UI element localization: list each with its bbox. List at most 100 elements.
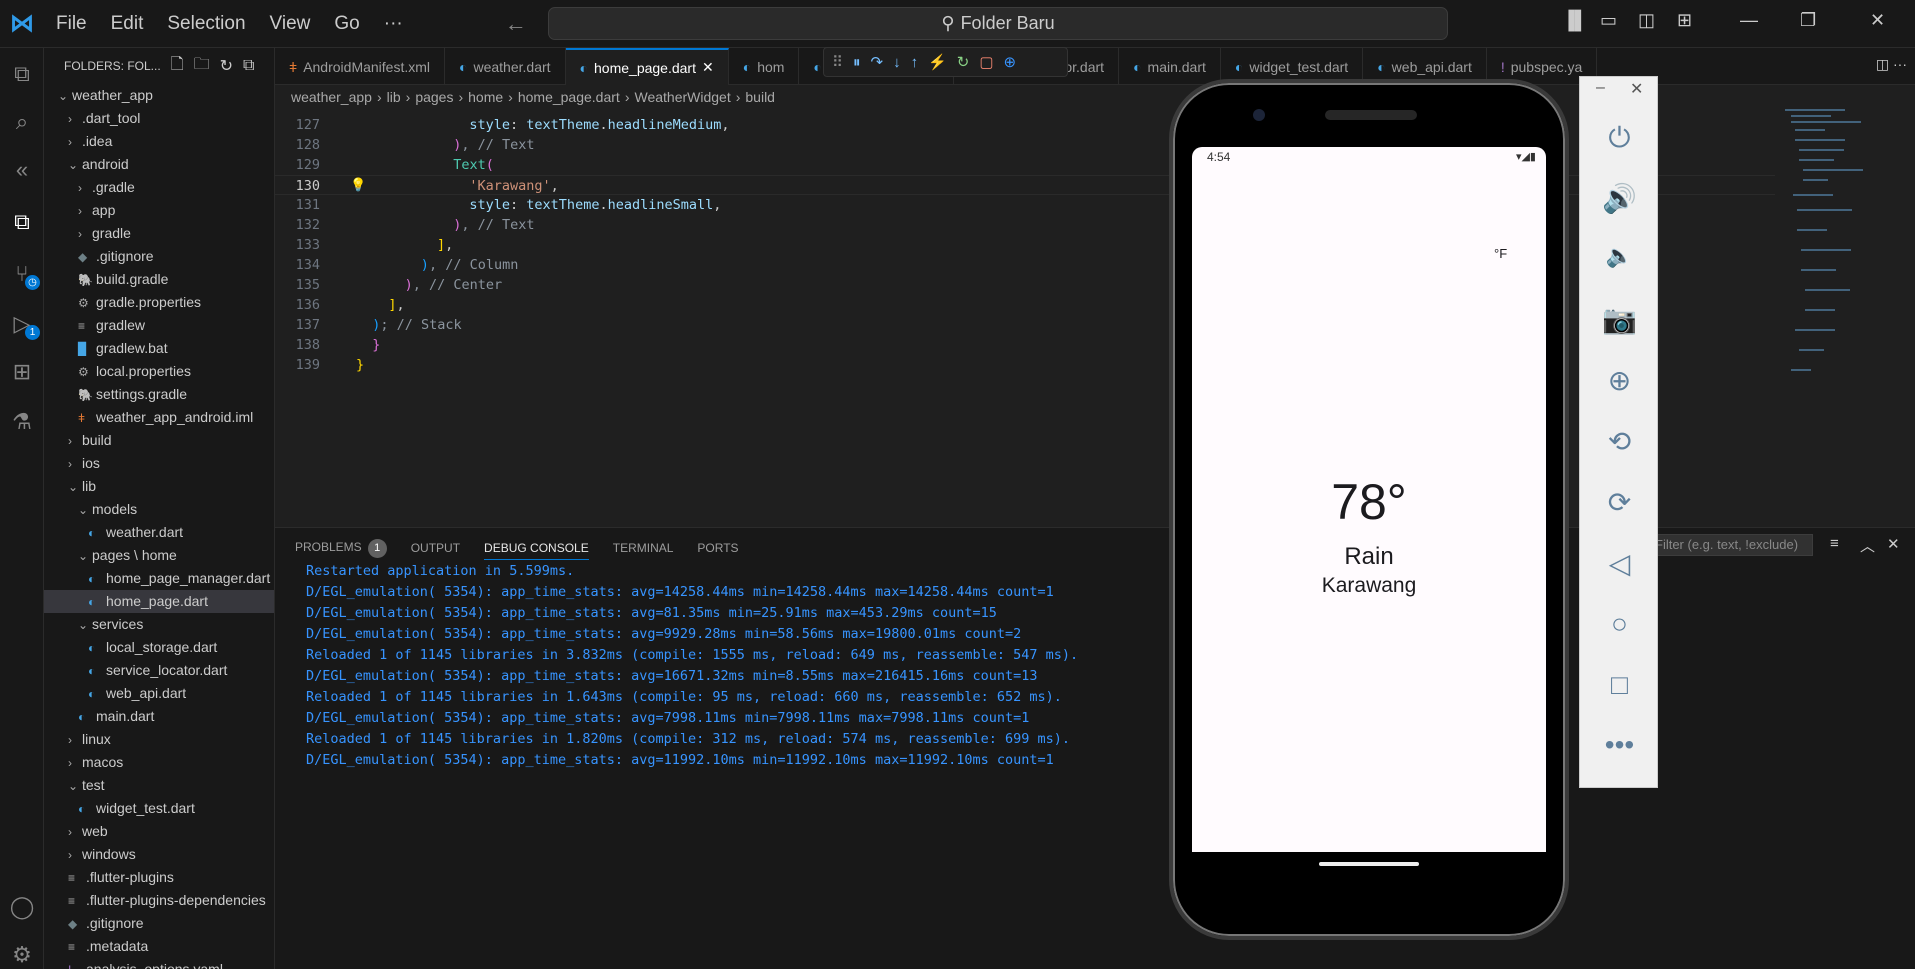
- command-center-search[interactable]: ⚲ Folder Baru: [548, 7, 1448, 40]
- tree-item[interactable]: › macos: [44, 751, 274, 774]
- toggle-panel-icon[interactable]: ▭: [1600, 10, 1617, 31]
- step-out-icon[interactable]: ↑: [911, 54, 919, 71]
- tree-item[interactable]: ◐ service_locator.dart: [44, 659, 274, 682]
- close-emulator-icon[interactable]: ✕: [1630, 79, 1643, 99]
- tree-item[interactable]: ⌄ android: [44, 153, 274, 176]
- tab[interactable]: ◐ weather.dart: [445, 48, 566, 85]
- tree-item[interactable]: › windows: [44, 843, 274, 866]
- volume-down-icon[interactable]: 🔈: [1580, 243, 1659, 269]
- testing-icon[interactable]: ⚗: [8, 408, 36, 436]
- menu-[interactable]: ···: [372, 13, 415, 35]
- tree-item[interactable]: › build: [44, 429, 274, 452]
- tab[interactable]: ◐ home_page.dart ✕: [565, 48, 729, 85]
- tree-item[interactable]: ◆ .gitignore: [44, 245, 274, 268]
- tree-item[interactable]: ⌄ test: [44, 774, 274, 797]
- tree-item[interactable]: › app: [44, 199, 274, 222]
- step-into-icon[interactable]: ↓: [893, 54, 901, 71]
- close-panel-icon[interactable]: ✕: [1887, 535, 1900, 553]
- panel-tab-debug-console[interactable]: DEBUG CONSOLE: [484, 541, 589, 560]
- split-editor-icon[interactable]: ◫ ···: [1868, 48, 1915, 84]
- maximize-panel-icon[interactable]: ︿: [1860, 535, 1875, 556]
- search-icon[interactable]: ⌕: [8, 108, 36, 136]
- back-icon[interactable]: ←: [505, 11, 527, 37]
- collapse-all-icon[interactable]: ⧉: [243, 57, 254, 75]
- tree-item[interactable]: ◆ .gitignore: [44, 912, 274, 935]
- restore-button[interactable]: ❐: [1800, 10, 1816, 31]
- toggle-sidebar-icon[interactable]: ▐▌: [1562, 10, 1588, 31]
- menu-view[interactable]: View: [258, 13, 323, 35]
- tab[interactable]: ◐ hom: [729, 48, 800, 85]
- tree-item[interactable]: › web: [44, 820, 274, 843]
- tree-item[interactable]: ◐ widget_test.dart: [44, 797, 274, 820]
- tree-item[interactable]: ▉ gradlew.bat: [44, 337, 274, 360]
- drag-handle-icon[interactable]: ⠿: [832, 53, 843, 71]
- rotate-left-icon[interactable]: ⟲: [1580, 425, 1659, 458]
- panel-tab-terminal[interactable]: TERMINAL: [613, 541, 674, 555]
- menu-file[interactable]: File: [44, 13, 99, 35]
- explorer-icon[interactable]: ⧉: [8, 60, 36, 88]
- tree-item[interactable]: › .dart_tool: [44, 107, 274, 130]
- run-debug-icon[interactable]: ▷ 1: [8, 310, 40, 340]
- devtools-icon[interactable]: ⊕: [1004, 53, 1017, 71]
- tree-item[interactable]: !analysis_options.yaml: [44, 958, 274, 969]
- tree-item[interactable]: ⌄ models: [44, 498, 274, 521]
- minimize-emulator-icon[interactable]: –: [1596, 79, 1605, 97]
- panel-tab-output[interactable]: OUTPUT: [411, 541, 460, 555]
- hot-reload-icon[interactable]: ⚡: [928, 53, 947, 71]
- menu-edit[interactable]: Edit: [99, 13, 156, 35]
- breadcrumb-item[interactable]: lib: [387, 89, 401, 105]
- tree-item[interactable]: ◐ main.dart: [44, 705, 274, 728]
- new-folder-icon[interactable]: 🗀: [194, 53, 210, 80]
- clear-console-icon[interactable]: ≡: [1830, 535, 1839, 552]
- toggle-secondary-sidebar-icon[interactable]: ◫: [1638, 10, 1655, 31]
- source-control-icon[interactable]: ⑂ ◷: [8, 260, 40, 290]
- settings-gear-icon[interactable]: ⚙: [8, 941, 36, 969]
- tree-item[interactable]: › .idea: [44, 130, 274, 153]
- breadcrumb-item[interactable]: weather_app: [291, 89, 372, 105]
- tree-item[interactable]: › linux: [44, 728, 274, 751]
- breadcrumb-item[interactable]: WeatherWidget: [634, 89, 730, 105]
- tree-item[interactable]: ⚙ local.properties: [44, 360, 274, 383]
- tree-item[interactable]: ⌄ pages \ home: [44, 544, 274, 567]
- customize-layout-icon[interactable]: ⊞: [1677, 10, 1692, 31]
- close-button[interactable]: ✕: [1870, 10, 1885, 31]
- power-icon[interactable]: ⏻: [1580, 122, 1659, 155]
- app-screen[interactable]: 4:54 ▾◢▮ °F 78° Rain Karawang: [1192, 147, 1546, 852]
- tree-item[interactable]: › .gradle: [44, 176, 274, 199]
- tree-item[interactable]: ⌄ weather_app: [44, 84, 274, 107]
- tab[interactable]: ǂ AndroidManifest.xml: [275, 48, 446, 85]
- tree-item[interactable]: ◐ local_storage.dart: [44, 636, 274, 659]
- zoom-icon[interactable]: ⊕: [1580, 364, 1659, 397]
- breadcrumb-item[interactable]: build: [745, 89, 775, 105]
- step-over-icon[interactable]: ↷: [871, 53, 884, 71]
- tree-item[interactable]: ◐ weather.dart: [44, 521, 274, 544]
- extensions-icon[interactable]: ⊞: [8, 358, 36, 386]
- panel-tab-ports[interactable]: PORTS: [697, 541, 738, 555]
- stop-icon[interactable]: ▢: [979, 53, 993, 71]
- tree-item[interactable]: ≡ .flutter-plugins-dependencies: [44, 889, 274, 912]
- back-icon[interactable]: ◁: [1580, 547, 1659, 580]
- tree-item[interactable]: 🐘 settings.gradle: [44, 383, 274, 406]
- minimap[interactable]: [1783, 109, 1903, 399]
- console-filter-input[interactable]: Filter (e.g. text, !exclude): [1648, 534, 1813, 556]
- new-file-icon[interactable]: 🗋: [171, 53, 184, 80]
- tree-item[interactable]: ⚙ gradle.properties: [44, 291, 274, 314]
- more-icon[interactable]: •••: [1580, 729, 1659, 761]
- screenshot-camera-icon[interactable]: 📷: [1580, 303, 1659, 336]
- pause-icon[interactable]: ⏸: [853, 54, 861, 71]
- breadcrumb-item[interactable]: pages: [415, 89, 453, 105]
- tree-item[interactable]: › gradle: [44, 222, 274, 245]
- restart-icon[interactable]: ↻: [957, 53, 970, 71]
- tree-item[interactable]: › ios: [44, 452, 274, 475]
- tab[interactable]: ◐ main.dart: [1119, 48, 1221, 85]
- tree-item[interactable]: ◐ web_api.dart: [44, 682, 274, 705]
- panel-tab-problems[interactable]: PROBLEMS 1: [295, 538, 387, 558]
- tree-item[interactable]: ≡ gradlew: [44, 314, 274, 337]
- close-tab-icon[interactable]: ✕: [702, 59, 714, 76]
- tree-item[interactable]: ǂ weather_app_android.iml: [44, 406, 274, 429]
- account-icon[interactable]: ◯: [8, 893, 36, 921]
- tree-item[interactable]: ◐ home_page_manager.dart: [44, 567, 274, 590]
- breadcrumb-item[interactable]: home_page.dart: [518, 89, 620, 105]
- unit-toggle[interactable]: °F: [1494, 246, 1507, 261]
- home-icon[interactable]: ○: [1580, 608, 1659, 640]
